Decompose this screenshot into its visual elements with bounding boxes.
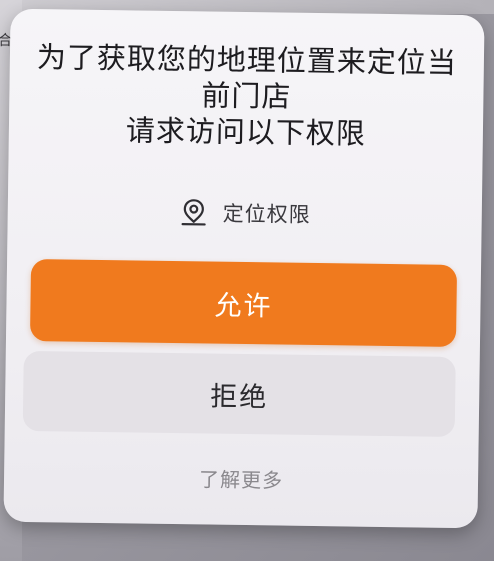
learn-more-link[interactable]: 了解更多 bbox=[4, 461, 478, 497]
location-permission-dialog: 为了获取您的地理位置来定位当 前门店 请求访问以下权限 定位权限 允许 拒绝 了… bbox=[3, 8, 485, 529]
allow-button[interactable]: 允许 bbox=[29, 259, 458, 347]
dialog-title-line-1: 为了获取您的地理位置来定位当 bbox=[36, 40, 458, 80]
dialog-title-line-3: 请求访问以下权限 bbox=[125, 113, 367, 151]
deny-button[interactable]: 拒绝 bbox=[22, 350, 456, 437]
location-pin-icon bbox=[179, 197, 209, 227]
dialog-title: 为了获取您的地理位置来定位当 前门店 请求访问以下权限 bbox=[33, 39, 460, 153]
permission-label: 定位权限 bbox=[222, 201, 311, 227]
dialog-title-line-2: 前门店 bbox=[201, 78, 292, 114]
permission-item-location: 定位权限 bbox=[8, 195, 482, 232]
